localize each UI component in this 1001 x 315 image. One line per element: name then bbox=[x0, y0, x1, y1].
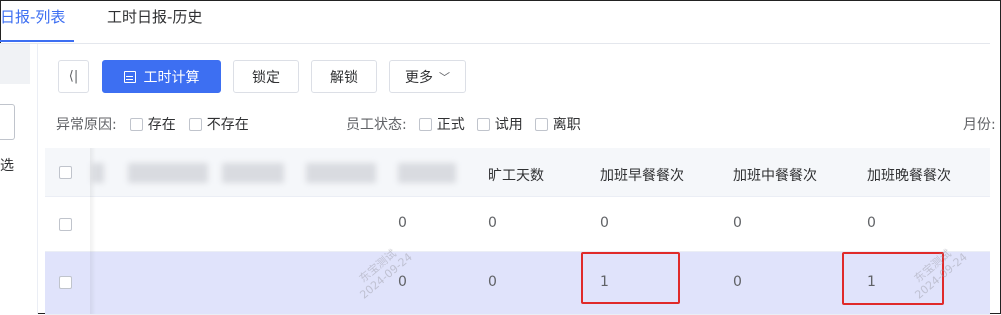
unlock-button[interactable]: 解锁 bbox=[311, 60, 377, 93]
collapse-sidebar-button[interactable]: ⟨| bbox=[58, 60, 89, 93]
active-tab-underline bbox=[0, 40, 74, 42]
tab-daily-report-list[interactable]: 日报-列表 bbox=[0, 6, 65, 27]
abnormal-option-exists-label: 存在 bbox=[147, 117, 176, 133]
table-cell: 0 bbox=[398, 215, 407, 231]
more-dropdown-button[interactable]: 更多 ﹀ bbox=[389, 60, 466, 93]
blurred-header-cell bbox=[306, 163, 376, 183]
abnormal-option-not-exists-label: 不存在 bbox=[206, 117, 249, 133]
column-header-overtime-breakfast[interactable]: 加班早餐餐次 bbox=[600, 165, 684, 185]
checkbox[interactable] bbox=[129, 117, 143, 131]
employee-status-filter: 员工状态: 正式 试用 离职 bbox=[346, 114, 581, 134]
checkbox[interactable] bbox=[476, 117, 490, 131]
highlight-box-breakfast bbox=[581, 252, 680, 304]
work-hours-calculate-button[interactable]: 工时计算 bbox=[102, 60, 221, 93]
row-checkbox[interactable] bbox=[59, 218, 72, 231]
table-cell: 0 bbox=[733, 274, 742, 290]
lock-label: 锁定 bbox=[252, 69, 280, 86]
checkbox[interactable] bbox=[534, 117, 548, 131]
unlock-label: 解锁 bbox=[330, 69, 358, 86]
sidebar-search-input[interactable] bbox=[0, 104, 15, 140]
employee-option-resigned[interactable]: 离职 bbox=[534, 114, 581, 134]
month-label: 月份: bbox=[963, 117, 996, 133]
table-cell: 0 bbox=[733, 215, 742, 231]
row-checkbox[interactable] bbox=[59, 276, 72, 289]
work-hours-calculate-label: 工时计算 bbox=[143, 69, 200, 86]
employee-status-label: 员工状态: bbox=[346, 117, 407, 133]
table-cell: 0 bbox=[398, 274, 407, 290]
checkbox[interactable] bbox=[418, 117, 432, 131]
collapse-left-icon: ⟨| bbox=[68, 69, 79, 84]
checkbox[interactable] bbox=[188, 117, 202, 131]
column-header-overtime-dinner[interactable]: 加班晚餐餐次 bbox=[867, 165, 951, 185]
select-all-checkbox[interactable] bbox=[59, 166, 72, 179]
tab-daily-report-history[interactable]: 工时日报-历史 bbox=[107, 6, 202, 27]
chevron-down-icon: ﹀ bbox=[439, 70, 450, 84]
employee-option-regular-label: 正式 bbox=[436, 117, 465, 133]
column-header-absent-days[interactable]: 旷工天数 bbox=[488, 165, 544, 185]
table-row[interactable] bbox=[45, 197, 990, 252]
employee-option-probation[interactable]: 试用 bbox=[476, 114, 523, 134]
fixed-column-shadow bbox=[90, 148, 96, 314]
abnormal-reason-filter: 异常原因: 存在 不存在 bbox=[56, 114, 249, 134]
table-cell: 0 bbox=[488, 215, 497, 231]
blurred-header-cell bbox=[398, 163, 456, 183]
abnormal-option-not-exists[interactable]: 不存在 bbox=[188, 114, 249, 134]
lock-button[interactable]: 锁定 bbox=[233, 60, 299, 93]
more-label: 更多 bbox=[405, 69, 433, 86]
blurred-header-cell bbox=[222, 163, 284, 183]
employee-option-resigned-label: 离职 bbox=[552, 117, 581, 133]
table-cell: 0 bbox=[488, 274, 497, 290]
column-header-overtime-lunch[interactable]: 加班中餐餐次 bbox=[733, 165, 817, 185]
employee-option-regular[interactable]: 正式 bbox=[418, 114, 465, 134]
month-filter: 月份: bbox=[963, 114, 996, 134]
blurred-header-cell bbox=[128, 163, 208, 183]
tab-bar: 日报-列表 工时日报-历史 bbox=[0, 0, 990, 44]
sidebar-header bbox=[0, 44, 30, 84]
calculator-icon bbox=[123, 70, 136, 83]
left-filter-panel: 选 bbox=[0, 44, 38, 314]
table-cell: 0 bbox=[600, 215, 609, 231]
table-cell: 0 bbox=[867, 215, 876, 231]
abnormal-option-exists[interactable]: 存在 bbox=[129, 114, 176, 134]
employee-option-probation-label: 试用 bbox=[494, 117, 523, 133]
abnormal-reason-label: 异常原因: bbox=[56, 117, 117, 133]
sidebar-filter-label: 选 bbox=[0, 158, 14, 174]
